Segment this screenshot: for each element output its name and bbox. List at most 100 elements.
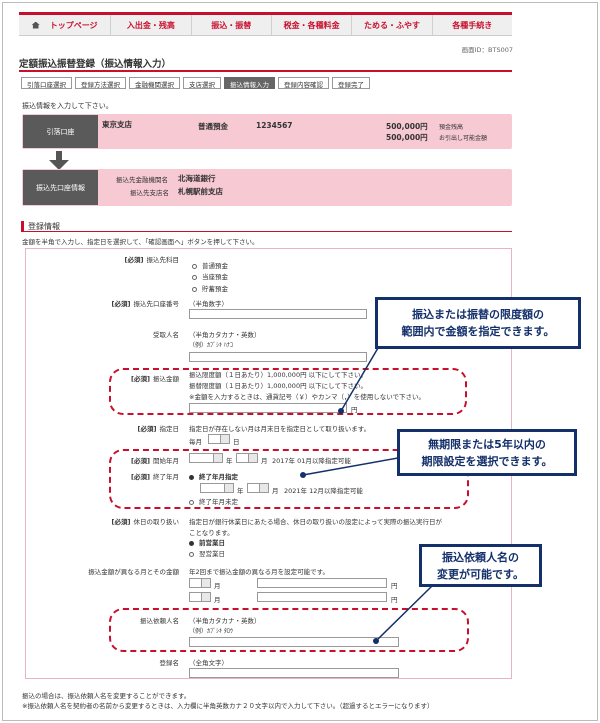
amount-limit-1: 振込限度額（１日あたり）1,000,000円 以下にして下さい。 bbox=[189, 371, 367, 379]
top-navigation: トップページ 入出金・残高 振込・振替 税金・各種料金 ためる・ふやす 各種手続… bbox=[19, 12, 512, 36]
nav-deposits[interactable]: 入出金・残高 bbox=[110, 15, 190, 35]
special-month-1-label: 月 bbox=[214, 582, 221, 590]
recipient-label: 受取人名 bbox=[153, 331, 179, 339]
account-number-input[interactable] bbox=[189, 309, 367, 319]
debit-branch: 東京支店 bbox=[102, 120, 132, 129]
reg-name-input[interactable] bbox=[189, 668, 399, 678]
callout-requester: 振込依頼人名の 変更が可能です。 bbox=[419, 544, 542, 587]
radio-icon bbox=[192, 263, 197, 269]
date-label: [必須] 指定日 bbox=[137, 425, 179, 433]
step-3: 金融機関選択 bbox=[129, 77, 180, 89]
nav-savings[interactable]: ためる・ふやす bbox=[351, 15, 431, 35]
home-icon bbox=[31, 21, 40, 29]
payee-info-label: 振込先口座情報 bbox=[23, 170, 98, 205]
amount-note: ※金額を入力するときは、通貨記号（￥）やカンマ（，）を使用しないで下さい。 bbox=[189, 393, 426, 401]
nav-transfer[interactable]: 振込・振替 bbox=[190, 15, 271, 35]
step-5-current: 振込情報入力 bbox=[224, 77, 275, 89]
start-note: 2017年 01月以降指定可能 bbox=[272, 457, 351, 465]
requester-example: （例）ｶﾌﾞｼｷ ﾀﾛｳ bbox=[189, 628, 233, 635]
day-label: 日 bbox=[233, 438, 240, 446]
footer-note-2: ※振込依頼人名を契約者の名前から変更するときは、入力欄に半角英数カナ２０文字以内… bbox=[22, 702, 434, 710]
nav-procedures[interactable]: 各種手続き bbox=[431, 15, 512, 35]
debit-type: 普通預金 bbox=[198, 122, 228, 131]
end-year-label: 年 bbox=[237, 487, 244, 495]
step-6: 登録内容確認 bbox=[278, 77, 329, 89]
nav-top[interactable]: トップページ bbox=[19, 15, 110, 35]
start-label: [必須] 開始年月 bbox=[131, 457, 179, 465]
radio-end-none[interactable]: 終了年月未定 bbox=[189, 496, 238, 506]
special-amount-2-input[interactable] bbox=[257, 592, 387, 602]
requester-input[interactable] bbox=[189, 637, 399, 647]
title-divider bbox=[19, 70, 512, 72]
radio-icon bbox=[189, 551, 194, 557]
recipient-example: （例）ｶﾌﾞｼｷ ﾊﾅｺ bbox=[189, 342, 233, 349]
callout-period: 無期限または5年以内の 期限設定を選択できます。 bbox=[397, 429, 577, 476]
reg-name-label: 登録名 bbox=[159, 659, 180, 667]
step-1: 引落口座選択 bbox=[21, 77, 72, 89]
holiday-label: [必須] 休日の取り扱い bbox=[111, 518, 179, 526]
day-select[interactable] bbox=[208, 434, 230, 444]
balance-label: 預金残高 bbox=[439, 124, 464, 131]
radio-checking[interactable]: 当座預金 bbox=[192, 271, 228, 281]
end-month-select[interactable] bbox=[247, 483, 269, 493]
callout-pointer-requester bbox=[373, 638, 379, 644]
section-divider bbox=[21, 231, 512, 232]
monthly-label: 毎月 bbox=[189, 438, 202, 446]
requester-label: 振込依頼人名 bbox=[140, 617, 179, 625]
holiday-note-1: 指定日が銀行休業日にあたる場合、休日の取り扱いの設定によって実際の振込実行日が bbox=[189, 518, 442, 526]
end-note: 2021年 12月以降指定可能 bbox=[284, 487, 363, 495]
amount-limit-2: 振替限度額（１日あたり）1,000,000円 以下にして下さい。 bbox=[189, 382, 367, 390]
special-note: 年2回まで振込金額の異なる月を設定可能です。 bbox=[189, 568, 329, 576]
balance-amount: 500,000円 bbox=[386, 122, 428, 131]
step-indicator: 引落口座選択 登録方法選択 金融機関選択 支店選択 振込情報入力 登録内容確認 … bbox=[21, 77, 373, 89]
special-yen-2: 円 bbox=[391, 596, 398, 604]
special-month-2-select[interactable] bbox=[189, 592, 211, 602]
radio-holiday-before[interactable]: 前営業日 bbox=[189, 537, 225, 547]
recipient-input[interactable] bbox=[189, 352, 367, 362]
radio-icon bbox=[192, 274, 197, 280]
requester-hint: （半角カタカナ・英数） bbox=[189, 617, 261, 625]
debit-number: 1234567 bbox=[256, 121, 293, 130]
radio-end-specify[interactable]: 終了年月指定 bbox=[189, 471, 238, 481]
special-yen-1: 円 bbox=[391, 582, 398, 590]
start-month-label: 月 bbox=[261, 457, 268, 465]
step-4: 支店選択 bbox=[183, 77, 221, 89]
radio-icon bbox=[192, 286, 197, 292]
radio-selected-icon bbox=[189, 540, 194, 546]
start-year-select[interactable] bbox=[189, 453, 223, 463]
amount-label: [必須] 振込金額 bbox=[131, 375, 179, 383]
start-year-label: 年 bbox=[226, 457, 233, 465]
account-number-label: [必須] 振込先口座番号 bbox=[111, 300, 179, 308]
holiday-note-2: ことなります。 bbox=[189, 529, 234, 537]
special-month-2-label: 月 bbox=[214, 596, 221, 604]
radio-selected-icon bbox=[189, 474, 194, 480]
callout-amount: 振込または振替の限度額の 範囲内で金額を指定できます。 bbox=[375, 297, 581, 349]
payee-bank-label: 振込先金融機関名 bbox=[116, 176, 168, 184]
amount-yen: 円 bbox=[351, 406, 358, 414]
special-label: 振込金額が異なる月とその金額 bbox=[88, 568, 179, 576]
account-number-hint: （半角数字） bbox=[189, 300, 228, 308]
registration-instruction: 金額を半角で入力し、指定日を選択して、「確認画面へ」ボタンを押して下さい。 bbox=[22, 238, 259, 246]
payee-bank-name: 北海道銀行 bbox=[178, 174, 216, 183]
start-month-select[interactable] bbox=[236, 453, 258, 463]
end-year-select[interactable] bbox=[200, 483, 234, 493]
radio-ordinary[interactable]: 普通預金 bbox=[192, 260, 228, 270]
reg-name-hint: （全角文字） bbox=[189, 659, 228, 667]
special-month-1-select[interactable] bbox=[189, 578, 211, 588]
screen-id: 画面ID：BTS007 bbox=[461, 46, 513, 54]
recipient-hint: （半角カタカナ・英数） bbox=[189, 331, 261, 339]
page-title: 定額振込振替登録（振込情報入力） bbox=[19, 59, 172, 70]
account-type-label: [必須] 振込先科目 bbox=[124, 256, 179, 264]
footer-note-1: 振込の場合は、振込依頼人名を変更することができます。 bbox=[22, 692, 191, 700]
radio-savings[interactable]: 貯蓄預金 bbox=[192, 283, 228, 293]
payee-branch-name: 札幌駅前支店 bbox=[178, 187, 223, 196]
intro-text: 振込情報を入力して下さい。 bbox=[22, 102, 113, 110]
nav-taxes[interactable]: 税金・各種料金 bbox=[270, 15, 351, 35]
date-note: 指定日が存在しない月は月末日を指定日として取り扱います。 bbox=[189, 425, 371, 433]
radio-holiday-after[interactable]: 翌営業日 bbox=[189, 548, 225, 558]
callout-pointer-period bbox=[300, 472, 306, 478]
end-label: [必須] 終了年月 bbox=[131, 473, 179, 481]
special-amount-1-input[interactable] bbox=[257, 578, 387, 588]
amount-input[interactable] bbox=[189, 403, 347, 413]
end-month-label: 月 bbox=[272, 487, 279, 495]
